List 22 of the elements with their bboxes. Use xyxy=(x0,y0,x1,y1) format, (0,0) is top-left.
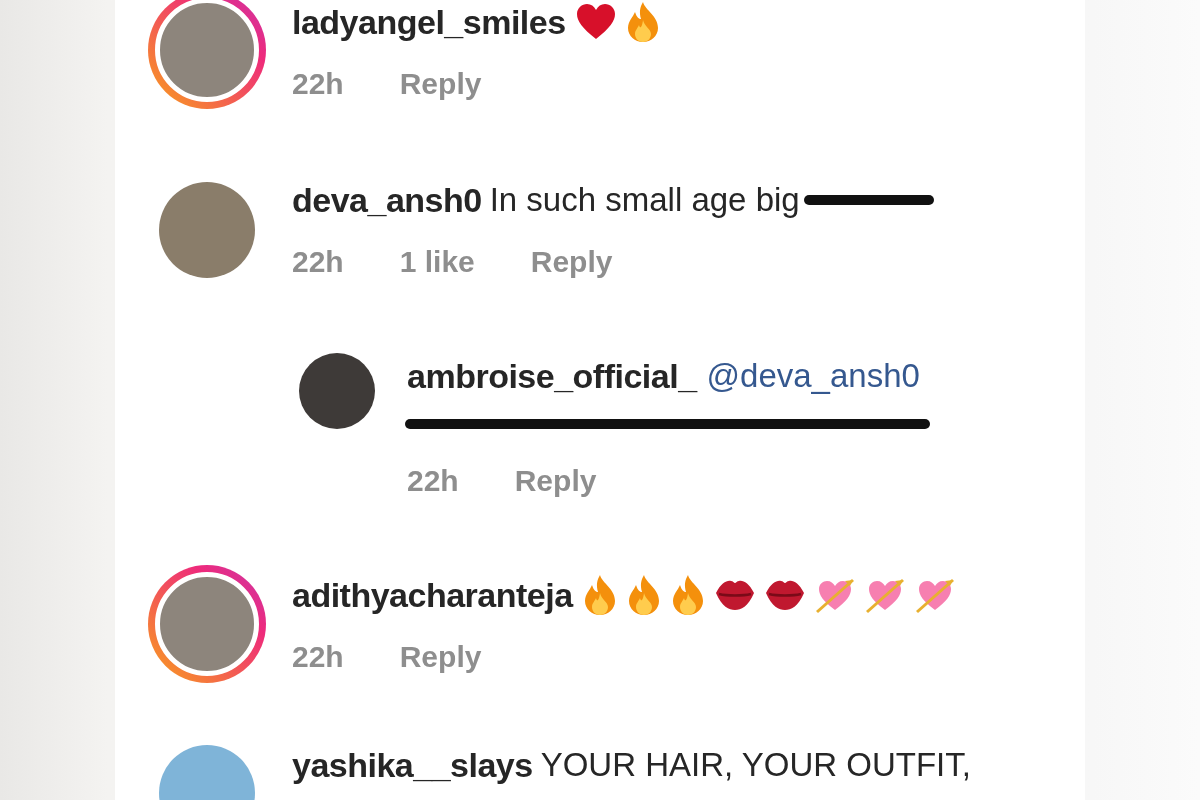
username[interactable]: yashika__slays xyxy=(292,745,533,785)
flame-icon xyxy=(670,575,705,615)
lips-icon xyxy=(764,579,805,611)
lips-icon xyxy=(714,579,755,611)
flame-icon xyxy=(626,575,661,615)
username[interactable]: ladyangel_smiles xyxy=(292,2,566,42)
flame-icon xyxy=(625,2,660,42)
heart-arrow-icon xyxy=(914,576,955,614)
mention-link[interactable]: @deva_ansh0 xyxy=(706,357,920,395)
comment-time: 22h xyxy=(292,640,344,674)
flame-icon xyxy=(582,575,617,615)
heart-icon xyxy=(575,4,616,40)
heart-arrow-icon xyxy=(814,576,855,614)
username[interactable]: ambroise_official_ xyxy=(407,356,697,396)
comment-time: 22h xyxy=(292,245,344,279)
username[interactable]: deva_ansh0 xyxy=(292,180,482,220)
heart-arrow-icon xyxy=(864,576,905,614)
comment-time: 22h xyxy=(292,67,344,101)
comment-text: In such small age big xyxy=(489,181,800,219)
comment-text: YOUR HAIR, YOUR OUTFIT, xyxy=(540,746,971,784)
username[interactable]: adithyacharanteja xyxy=(292,575,573,615)
comment-time: 22h xyxy=(407,464,459,498)
